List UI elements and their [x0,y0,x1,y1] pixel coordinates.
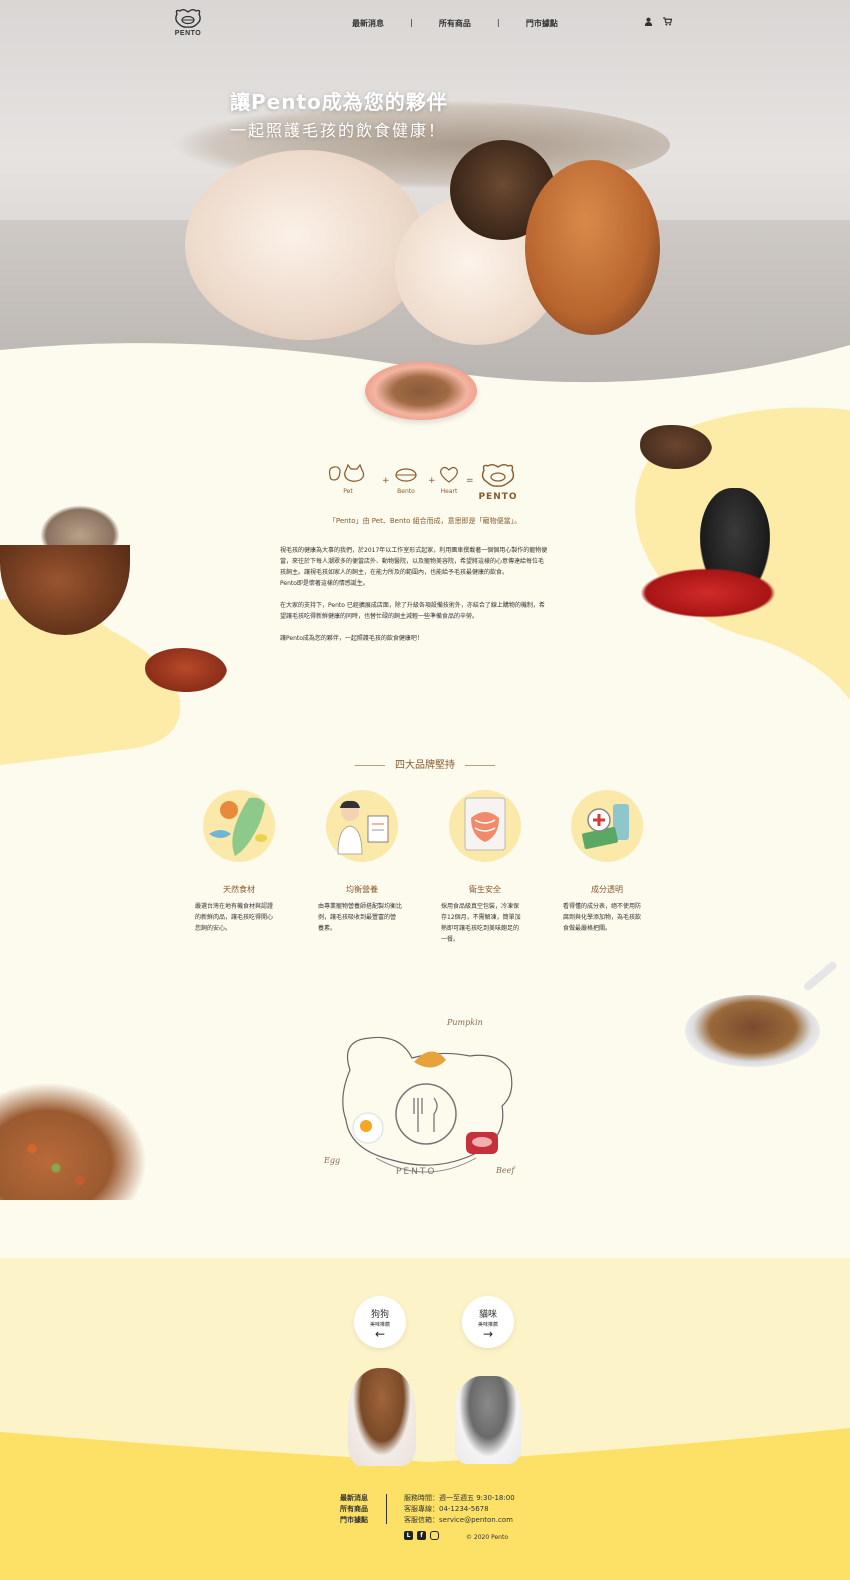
vacuum-pack-icon [464,797,506,851]
diagram-label-beef: Beef [496,1166,515,1175]
arrow-right-icon: → [482,1327,494,1341]
heart-icon [440,466,458,483]
formula-pet-label: Pet [343,488,353,495]
feature-description: 採用食品級真空包裝，冷凍保 存12個月，不需解凍，簡單加 熱即可讓毛孩吃到美味飽… [441,901,531,945]
feature-circle [571,790,643,862]
heading-line [355,764,385,766]
intro-paragraph-3: 讓Pento成為您的夥伴，一起照護毛孩的飲食健康吧！ [280,635,423,642]
pento-logo-icon [481,464,515,487]
formula-pet: Pet [326,462,370,495]
footer-contact: 服務時間：週一至週五 9:30-18:00 客服專線：04-1234-5678 … [404,1493,515,1526]
feature-circle [326,790,398,862]
formula-plus: + [428,476,436,486]
formula-heart-label: Heart [440,488,458,495]
jerky-image-left [145,648,227,692]
footer-link-news[interactable]: 最新消息 [340,1493,368,1504]
red-cushion-image [640,568,776,618]
diagram-label-egg: Egg [324,1156,341,1165]
feature-description: 看得懂的成分表，絕不使用防 腐劑與化學添加物，為毛孩飲 食做最嚴格把關。 [563,901,653,934]
food-plate-image [365,362,477,420]
formula-bento: Bento [392,462,420,495]
ingredient-check-icon [582,804,629,849]
nutritionist-icon [337,800,389,855]
intro-paragraph-1: 視毛孩的健康為大事的我們，於2017年以工作室形式起家，利用團車撰載著一個個用心… [280,545,565,589]
feature-circle [449,790,521,862]
page: PENTO 最新消息 | 所有商品 | 門市據點 讓Pento成為您的夥伴 一起… [0,0,850,1580]
copyright: © 2020 Pento [466,1534,509,1541]
ingredients-diagram [342,1036,513,1173]
intro-text: 望讓毛孩吃得新鮮健康的同時，也替忙碌的飼主減輕一些準備食品的辛勞。 [280,613,479,620]
facebook-icon[interactable]: f [417,1531,426,1540]
formula-result-label: PENTO [478,492,518,502]
feature-nutrition: 均衡營養 由專業寵物營養師搭配製均衡比 例，讓毛孩吸收到最豐富的營 養素。 [318,790,418,934]
jerky-image-right [640,425,712,469]
feature-text: 一餐。 [441,936,460,943]
footer-email[interactable]: 客服信箱：service@penton.com [404,1515,515,1526]
footer-hours: 服務時間：週一至週五 9:30-18:00 [404,1494,515,1502]
feature-title: 衛生安全 [469,885,501,894]
feature-text: 例，讓毛孩吸收到最豐富的營 [318,914,397,921]
kibble-pile-image [0,1072,160,1200]
feature-text: 採用食品級真空包裝，冷凍保 [441,903,520,910]
arrow-left-icon: ← [374,1327,386,1341]
brand-tagline: 「Pento」由 Pet、Bento 組合而成，意思即是「寵物便當」。 [328,517,522,525]
intro-text: Pento即是懷著這樣的情感誕生。 [280,580,369,587]
brand-formula: Pet + Bento + Heart = PENTO [326,462,526,506]
feature-title: 均衡營養 [346,885,378,894]
intro-paragraph-2: 在大家的支持下，Pento 已經擴展成店面，除了升級各項設備技術外，亦結合了線上… [280,600,565,622]
feature-text: 養素。 [318,925,337,932]
feature-text: 看得懂的成分表，絕不使用防 [563,903,642,910]
formula-bento-label: Bento [397,488,415,495]
feature-text: 您飼的安心。 [195,925,232,932]
footer-link-products[interactable]: 所有商品 [340,1504,368,1515]
feature-description: 嚴選台灣在地有機食材與認證 的新鮮肉品，讓毛孩吃得開心 您飼的安心。 [195,901,285,934]
feature-text: 熱即可讓毛孩吃到美味飽足的 [441,925,520,932]
dog-with-hat-image [348,1368,416,1466]
feature-title: 成分透明 [591,885,623,894]
intro-text: 在大家的支持下，Pento 已經擴展成店面，除了升級各項設備技術外，亦結合了線上… [280,602,545,609]
feature-description: 由專業寵物營養師搭配製均衡比 例，讓毛孩吸收到最豐富的營 養素。 [318,901,408,934]
feature-hygiene: 衛生安全 採用食品級真空包裝，冷凍保 存12個月，不需解凍，簡單加 熱即可讓毛孩… [441,790,541,945]
formula-heart: Heart [436,462,462,495]
feature-text: 存12個月，不需解凍，簡單加 [441,914,521,921]
cat-recommend-button[interactable]: 貓咪 美味推薦 → [462,1296,514,1348]
feature-transparency: 成分透明 看得懂的成分表，絕不使用防 腐劑與化學添加物，為毛孩飲 食做最嚴格把關… [563,790,663,934]
stew-spoon-image [685,960,845,1070]
dog-recommend-button[interactable]: 狗狗 美味推薦 ← [354,1296,406,1348]
intro-text: 孩飼主。讓視毛孩如家人的飼主，在能力所及的範圍內，也能給予毛孩最健康的飲食。 [280,569,509,576]
formula-result: PENTO [476,462,520,502]
footer-phone: 客服專線：04-1234-5678 [404,1505,489,1513]
footer-social: L f [404,1531,439,1540]
feature-natural: 天然食材 嚴選台灣在地有機食材與認證 的新鮮肉品，讓毛孩吃得開心 您飼的安心。 [195,790,295,934]
formula-equals: = [466,476,474,486]
bento-icon [395,468,417,482]
intro-text: 當，來往於下每人潮眾多的便當店外、動物醫院，以及寵物美容院，希望將這樣的心意傳達… [280,558,545,565]
features-heading: 四大品牌堅持 [0,756,850,771]
instagram-icon[interactable] [430,1531,439,1540]
intro-text: 視毛孩的健康為大事的我們，於2017年以工作室形式起家，利用團車撰載著一個個用心… [280,547,548,554]
feature-text: 食做最嚴格把關。 [563,925,612,932]
features-heading-text: 四大品牌堅持 [395,760,455,771]
feature-text: 腐劑與化學添加物，為毛孩飲 [563,914,642,921]
diagram-label-pumpkin: Pumpkin [447,1018,483,1027]
feature-text: 的新鮮肉品，讓毛孩吃得開心 [195,914,274,921]
footer-links: 最新消息 所有商品 門市據點 [340,1493,368,1526]
formula-plus: + [382,476,390,486]
heading-line [465,764,495,766]
feature-text: 嚴選台灣在地有機食材與認證 [195,903,274,910]
dog-button-title: 狗狗 [370,1310,389,1320]
line-icon[interactable]: L [404,1531,413,1540]
pet-icon [328,463,365,482]
cat-image [455,1376,521,1464]
taiwan-map-icon [209,797,267,856]
footer-link-stores[interactable]: 門市據點 [340,1515,368,1526]
feature-circle [203,790,275,862]
feature-title: 天然食材 [223,885,255,894]
diagram-label-brand: PENTO [396,1167,437,1177]
footer-divider [386,1494,387,1524]
feature-text: 由專業寵物營養師搭配製均衡比 [318,903,403,910]
cat-button-title: 貓咪 [478,1310,497,1320]
